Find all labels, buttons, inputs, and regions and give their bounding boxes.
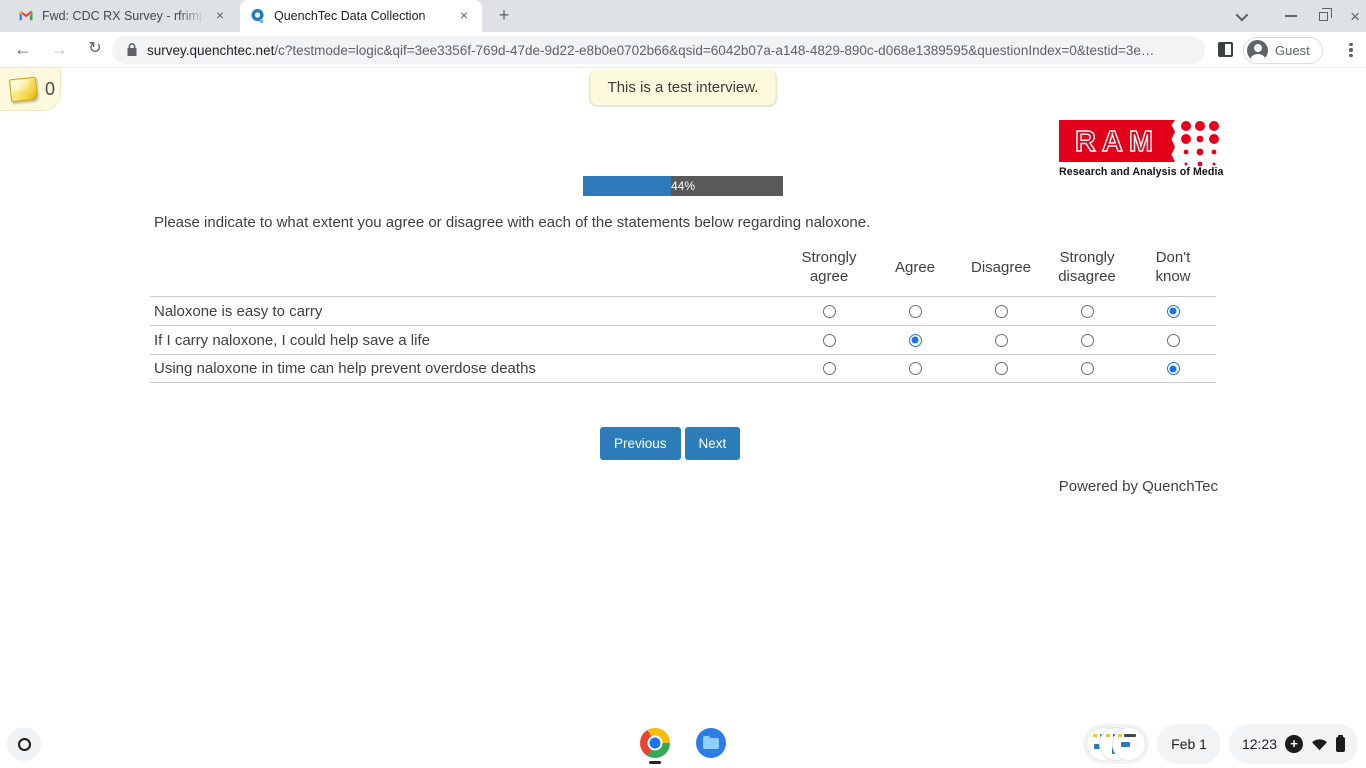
back-icon[interactable]: ←	[8, 32, 38, 68]
status-area: Feb 1 12:23 +	[1083, 724, 1358, 764]
radio-strongly-disagree[interactable]	[1081, 362, 1094, 375]
radio-strongly-disagree[interactable]	[1081, 305, 1094, 318]
launcher-button[interactable]	[7, 727, 41, 761]
tote-button[interactable]	[1083, 724, 1149, 764]
survey-page: 0 This is a test interview. RAM Research…	[0, 68, 1366, 720]
matrix-table: Strongly agree Agree Disagree Strongly d…	[150, 238, 1216, 383]
close-window-icon[interactable]: ×	[1350, 8, 1360, 25]
url-path: /c?testmode=logic&qif=3ee3356f-769d-47de…	[274, 43, 1154, 58]
profile-label: Guest	[1275, 43, 1310, 58]
note-widget[interactable]: 0	[0, 68, 61, 111]
files-icon	[696, 728, 726, 758]
statement-text: Using naloxone in time can help prevent …	[150, 360, 786, 377]
statement-text: Naloxone is easy to carry	[150, 303, 786, 320]
url-text: survey.quenchtec.net/c?testmode=logic&qi…	[147, 43, 1154, 58]
chevron-down-icon[interactable]	[1236, 8, 1249, 21]
radio-dont-know[interactable]	[1167, 334, 1180, 347]
clock: 12:23	[1242, 736, 1277, 752]
table-row: Using naloxone in time can help prevent …	[150, 354, 1216, 383]
quenchtec-icon	[250, 8, 266, 24]
radio-dont-know[interactable]	[1167, 305, 1180, 318]
radio-dont-know[interactable]	[1167, 362, 1180, 375]
previous-button[interactable]: Previous	[600, 427, 681, 460]
minimize-icon[interactable]	[1285, 15, 1297, 17]
progress-bar: 44%	[583, 176, 783, 196]
address-bar[interactable]: survey.quenchtec.net/c?testmode=logic&qi…	[112, 36, 1205, 64]
tab-strip: Fwd: CDC RX Survey - rfrimpong × QuenchT…	[0, 0, 1366, 32]
tab-gmail[interactable]: Fwd: CDC RX Survey - rfrimpong ×	[8, 0, 238, 32]
svg-text:RAM: RAM	[1075, 126, 1159, 158]
next-button[interactable]: Next	[685, 427, 741, 460]
side-panel-icon[interactable]	[1218, 42, 1233, 57]
test-banner-text: This is a test interview.	[608, 79, 759, 96]
powered-by-text: Powered by QuenchTec	[1059, 478, 1218, 495]
radio-disagree[interactable]	[995, 334, 1008, 347]
battery-icon	[1336, 737, 1345, 752]
column-header: Agree	[895, 258, 935, 277]
column-header: Strongly agree	[797, 248, 861, 286]
radio-agree[interactable]	[909, 305, 922, 318]
browser-toolbar: ← → ↻ survey.quenchtec.net/c?testmode=lo…	[0, 32, 1366, 68]
status-tray-button[interactable]: 12:23 +	[1229, 724, 1358, 764]
radio-disagree[interactable]	[995, 362, 1008, 375]
running-indicator	[649, 761, 661, 764]
ram-tagline: Research and Analysis of Media	[1059, 166, 1219, 178]
note-count: 0	[45, 79, 55, 100]
chromeos-shelf: Feb 1 12:23 +	[0, 720, 1366, 768]
radio-strongly-agree[interactable]	[823, 362, 836, 375]
shelf-apps	[640, 728, 726, 758]
radio-disagree[interactable]	[995, 305, 1008, 318]
guest-avatar-icon	[1247, 40, 1268, 61]
column-header: Don't know	[1141, 248, 1205, 286]
notification-count-icon: +	[1285, 735, 1303, 753]
forward-icon[interactable]: →	[44, 32, 74, 68]
table-row: Naloxone is easy to carry	[150, 296, 1216, 325]
wifi-icon	[1311, 737, 1328, 751]
radio-strongly-disagree[interactable]	[1081, 334, 1094, 347]
gmail-icon	[18, 8, 34, 24]
launcher-icon	[18, 738, 31, 751]
profile-button[interactable]: Guest	[1243, 37, 1323, 64]
statement-text: If I carry naloxone, I could help save a…	[150, 332, 786, 349]
sticky-note-icon	[9, 76, 38, 102]
column-header: Strongly disagree	[1055, 248, 1119, 286]
question-text: Please indicate to what extent you agree…	[154, 214, 870, 231]
tab-title: Fwd: CDC RX Survey - rfrimpong	[42, 9, 204, 23]
column-header: Disagree	[971, 258, 1031, 277]
close-tab-icon[interactable]: ×	[212, 8, 228, 24]
tab-title: QuenchTec Data Collection	[274, 9, 448, 23]
ram-logo-box: RAM	[1059, 120, 1175, 162]
restore-icon[interactable]	[1319, 12, 1328, 21]
date-button[interactable]: Feb 1	[1157, 724, 1221, 764]
url-host: survey.quenchtec.net	[147, 43, 274, 58]
radio-agree[interactable]	[909, 362, 922, 375]
table-row: If I carry naloxone, I could help save a…	[150, 325, 1216, 354]
chrome-icon	[640, 728, 670, 758]
lock-icon	[126, 43, 138, 57]
tab-quenchtec[interactable]: QuenchTec Data Collection ×	[240, 0, 482, 32]
close-tab-icon[interactable]: ×	[456, 8, 472, 24]
radio-strongly-agree[interactable]	[823, 305, 836, 318]
kebab-menu-icon[interactable]	[1338, 37, 1364, 63]
progress-label: 44%	[583, 176, 783, 196]
files-app-button[interactable]	[696, 728, 726, 758]
test-interview-banner: This is a test interview.	[590, 70, 777, 106]
matrix-header-row: Strongly agree Agree Disagree Strongly d…	[150, 238, 1216, 296]
new-tab-button[interactable]: +	[492, 4, 516, 28]
window-controls: ×	[1236, 0, 1360, 32]
radio-agree[interactable]	[909, 334, 922, 347]
radio-strongly-agree[interactable]	[823, 334, 836, 347]
reload-icon[interactable]: ↻	[80, 32, 110, 68]
nav-buttons: Previous Next	[600, 427, 740, 460]
screenshot-preview-icon	[1112, 727, 1146, 761]
chrome-app-button[interactable]	[640, 728, 670, 758]
